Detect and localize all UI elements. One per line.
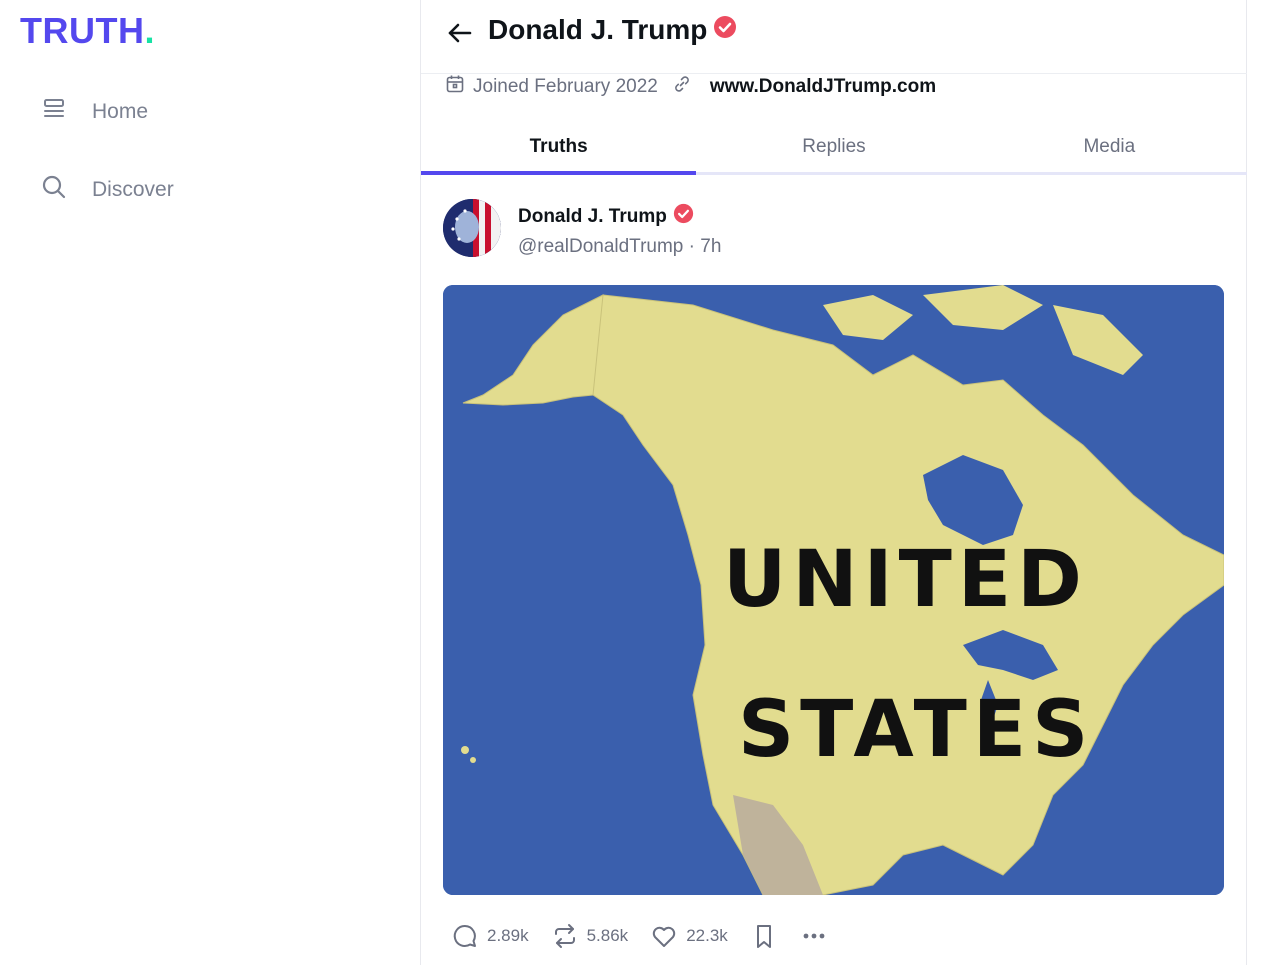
- page-title: Donald J. Trump: [488, 14, 737, 46]
- website-link[interactable]: www.DonaldJTrump.com: [710, 76, 936, 98]
- profile-tabs: Truths Replies Media: [421, 122, 1247, 175]
- profile-header: Donald J. Trump: [421, 0, 1247, 74]
- main-column: Donald J. Trump Joined February 2022 www…: [420, 0, 1247, 965]
- calendar-icon: [445, 74, 465, 100]
- sidebar-item-label: Discover: [92, 178, 174, 201]
- back-button[interactable]: [445, 18, 475, 48]
- sidebar-item-label: Home: [92, 100, 149, 123]
- link-icon: [672, 74, 692, 100]
- post-handle-time: @realDonaldTrump · 7h: [518, 236, 722, 257]
- reply-button[interactable]: 2.89k: [451, 922, 529, 950]
- joined-date: Joined February 2022: [473, 76, 658, 97]
- verified-badge-icon: [673, 203, 694, 230]
- retruth-button[interactable]: 5.86k: [551, 922, 629, 950]
- sidebar: TRUTH. Home Discover: [0, 0, 420, 965]
- bookmark-button[interactable]: [750, 922, 778, 950]
- home-icon: [40, 95, 68, 129]
- reply-count: 2.89k: [487, 926, 529, 945]
- truth-logo[interactable]: TRUTH.: [20, 10, 155, 52]
- sidebar-item-discover[interactable]: Discover: [40, 173, 174, 207]
- like-count: 22.3k: [686, 926, 728, 945]
- bookmark-icon: [756, 925, 771, 948]
- like-button[interactable]: 22.3k: [650, 922, 728, 950]
- more-icon: [803, 933, 825, 939]
- tab-media[interactable]: Media: [972, 122, 1247, 172]
- retruth-icon: [554, 924, 575, 948]
- post-author[interactable]: Donald J. Trump: [518, 203, 694, 230]
- retruth-count: 5.86k: [586, 926, 629, 945]
- verified-badge-icon: [713, 14, 737, 46]
- sidebar-item-home[interactable]: Home: [40, 95, 148, 129]
- search-icon: [40, 173, 68, 207]
- post-actions: 2.89k 5.86k 22.3k: [451, 922, 850, 950]
- arrow-left-icon: [448, 23, 472, 43]
- tab-truths[interactable]: Truths: [421, 122, 697, 175]
- map-caption-line2: STATES: [738, 685, 1095, 775]
- more-options-button[interactable]: [800, 922, 828, 950]
- tab-replies[interactable]: Replies: [696, 122, 971, 172]
- profile-meta: Joined February 2022 www.DonaldJTrump.co…: [445, 74, 936, 100]
- avatar[interactable]: [443, 199, 501, 257]
- map-caption-line1: UNITED: [723, 535, 1088, 625]
- heart-icon: [652, 926, 676, 947]
- reply-icon: [453, 924, 476, 947]
- post-image[interactable]: UNITED STATES: [443, 285, 1224, 895]
